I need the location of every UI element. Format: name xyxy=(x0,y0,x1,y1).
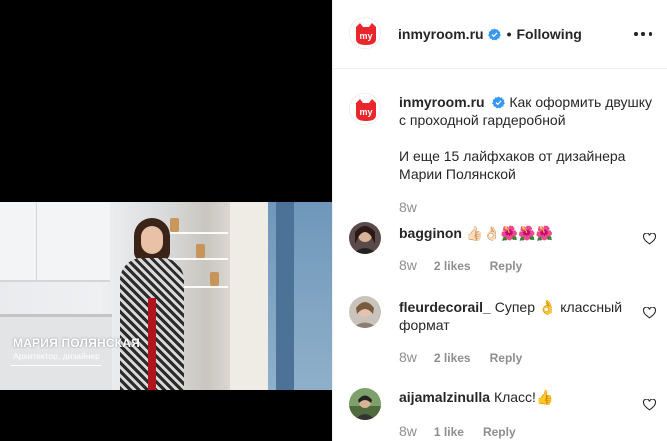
blue-room-background xyxy=(268,202,332,390)
inmyroom-logo-icon: my xyxy=(356,99,376,121)
following-button[interactable]: Following xyxy=(516,26,581,42)
presenter-dress xyxy=(120,258,184,390)
comment-body: bagginon 👍🏻👌🏻🌺🌺🌺 xyxy=(399,224,637,242)
comment-meta: 8w 2 likes Reply xyxy=(399,349,522,365)
commenter-avatar[interactable] xyxy=(349,222,381,254)
comment-meta: 8w 1 like Reply xyxy=(399,423,516,439)
account-avatar[interactable]: my xyxy=(349,17,381,49)
comment-body: fleurdecorail_ Супер 👌 классный формат xyxy=(399,298,637,334)
reply-button[interactable]: Reply xyxy=(490,259,523,273)
svg-text:my: my xyxy=(359,31,372,41)
more-options-icon[interactable] xyxy=(634,25,652,43)
reply-button[interactable]: Reply xyxy=(483,425,516,439)
post-header: my inmyroom.ru • Following xyxy=(333,0,667,69)
header-username[interactable]: inmyroom.ru xyxy=(398,26,484,42)
kitchen-upper-cabinets xyxy=(0,202,110,282)
heart-icon[interactable] xyxy=(643,399,656,411)
comment-likes[interactable]: 2 likes xyxy=(434,351,471,365)
svg-text:my: my xyxy=(359,107,372,117)
inmyroom-logo-icon: my xyxy=(356,23,376,45)
separator-dot: • xyxy=(506,26,512,42)
media-pane: МАРИЯ ПОЛЯНСКАЯ Архитектор, дизайнер xyxy=(0,0,332,441)
jar xyxy=(196,244,205,258)
door-frame xyxy=(228,202,268,390)
comment-text: Класс!👍 xyxy=(493,389,554,405)
commenter-avatar[interactable] xyxy=(349,388,381,420)
video-caption-name: МАРИЯ ПОЛЯНСКАЯ xyxy=(13,336,140,350)
comment-timestamp[interactable]: 8w xyxy=(399,257,417,273)
comment-username[interactable]: bagginon xyxy=(399,225,462,241)
caption-username[interactable]: inmyroom.ru xyxy=(399,94,485,110)
jar xyxy=(210,272,219,286)
caption-text: inmyroom.ru Как оформить двушку с проход… xyxy=(399,93,659,183)
comment-text: 👍🏻👌🏻🌺🌺🌺 xyxy=(465,225,554,241)
heart-icon[interactable] xyxy=(643,307,656,319)
comment-username[interactable]: aijamalzinulla xyxy=(399,389,490,405)
reply-button[interactable]: Reply xyxy=(490,351,523,365)
video-caption-divider xyxy=(11,365,101,366)
caption-timestamp[interactable]: 8w xyxy=(399,199,417,215)
comment-username[interactable]: fleurdecorail_ xyxy=(399,299,491,315)
verified-badge-icon xyxy=(487,27,501,40)
presenter-face xyxy=(141,226,163,254)
caption-avatar[interactable]: my xyxy=(349,93,381,125)
presenter-figure xyxy=(114,218,190,390)
comment-body: aijamalzinulla Класс!👍 xyxy=(399,388,637,406)
comment-likes[interactable]: 1 like xyxy=(434,425,464,439)
commenter-avatar[interactable] xyxy=(349,296,381,328)
caption-line-2: И еще 15 лайфхаков от дизайнера Марии По… xyxy=(399,148,626,182)
header-user-line: inmyroom.ru • Following xyxy=(398,26,582,42)
heart-icon[interactable] xyxy=(643,233,656,245)
video-player[interactable]: МАРИЯ ПОЛЯНСКАЯ Архитектор, дизайнер xyxy=(0,202,332,390)
comment-likes[interactable]: 2 likes xyxy=(434,259,471,273)
comment-timestamp[interactable]: 8w xyxy=(399,349,417,365)
video-caption-role: Архитектор, дизайнер xyxy=(13,351,100,361)
post-pane: my inmyroom.ru • Following my inmyroom.r… xyxy=(332,0,667,441)
verified-badge-icon xyxy=(492,96,506,109)
comment-meta: 8w 2 likes Reply xyxy=(399,257,522,273)
comment-timestamp[interactable]: 8w xyxy=(399,423,417,439)
